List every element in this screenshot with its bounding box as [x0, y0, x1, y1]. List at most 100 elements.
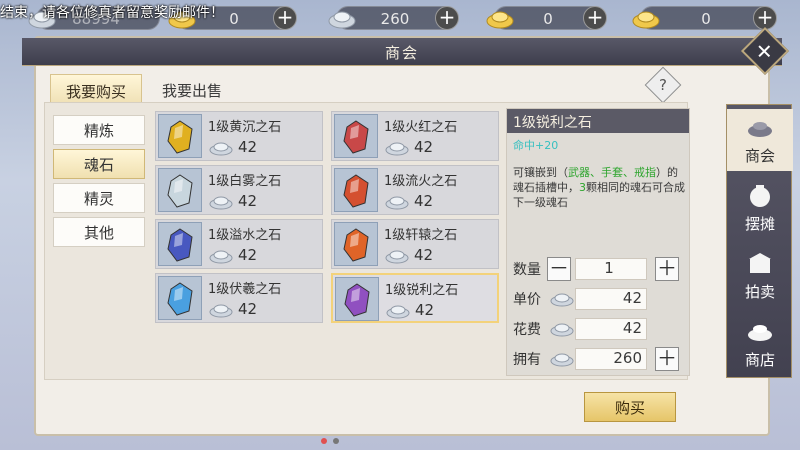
- nav-auction[interactable]: 拍卖: [727, 245, 793, 307]
- item-slot[interactable]: 1级黄沉之石 42: [155, 111, 323, 161]
- unit-price-value: 42: [575, 288, 647, 310]
- item-slot[interactable]: 1级锐利之石 42: [331, 273, 499, 323]
- buy-button[interactable]: 购买: [584, 392, 676, 422]
- item-price: 42: [414, 192, 434, 210]
- silver-ingot-icon: [550, 323, 574, 337]
- shop-icon: [748, 325, 772, 341]
- item-slot[interactable]: 1级流火之石 42: [331, 165, 499, 215]
- detail-title: 1级锐利之石: [507, 109, 689, 133]
- silver-ingot-icon: [209, 142, 233, 156]
- soulstone-icon: [158, 168, 202, 212]
- unit-price-label: 单价: [513, 292, 541, 308]
- window-title: 商会: [384, 44, 419, 62]
- desc-text: 可镶嵌到（: [513, 166, 568, 179]
- item-name: 1级锐利之石: [385, 283, 459, 298]
- item-price: 42: [414, 138, 434, 156]
- item-name: 1级流火之石: [384, 174, 458, 189]
- item-name: 1级白雾之石: [208, 174, 282, 189]
- soulstone-icon: [334, 222, 378, 266]
- page-indicator: [321, 429, 345, 448]
- item-slot[interactable]: 1级火红之石 42: [331, 111, 499, 161]
- gold-ingot-icon: [632, 11, 660, 29]
- nav-shop[interactable]: 商店: [727, 313, 793, 375]
- stall-icon: [750, 185, 770, 207]
- item-price: 42: [238, 300, 258, 318]
- auction-icon: [749, 253, 771, 273]
- item-detail-panel: 1级锐利之石 命中+20 可镶嵌到（武器、手套、戒指）的魂石插槽中，3颗相同的魂…: [506, 108, 690, 376]
- add-currency-button[interactable]: +: [273, 6, 297, 30]
- increase-quantity-button[interactable]: ＋: [655, 257, 679, 281]
- item-name: 1级溢水之石: [208, 228, 282, 243]
- item-name: 1级黄沉之石: [208, 120, 282, 135]
- category-refine[interactable]: 精炼: [53, 115, 145, 145]
- quantity-label: 数量: [513, 262, 541, 278]
- nav-label: 摆摊: [744, 215, 775, 233]
- trade-window: 商会 ✕ 我要购买 我要出售 ? 精炼 魂石 精灵 其他 1级黄沉之石 42 1级火…: [22, 26, 793, 444]
- cost-label: 花费: [513, 322, 541, 338]
- decrease-quantity-button[interactable]: －: [547, 257, 571, 281]
- gold-ingot-icon: [486, 11, 514, 29]
- soulstone-icon: [158, 114, 202, 158]
- cost-value: 42: [575, 318, 647, 340]
- page-dot-active[interactable]: [321, 438, 327, 444]
- item-price: 42: [238, 246, 258, 264]
- currency-3: 260 +: [328, 6, 459, 30]
- add-currency-button[interactable]: +: [435, 6, 459, 30]
- add-currency-button[interactable]: +: [583, 6, 607, 30]
- item-name: 1级伏羲之石: [208, 282, 282, 297]
- help-button[interactable]: ?: [644, 66, 682, 104]
- detail-description: 可镶嵌到（武器、手套、戒指）的魂石插槽中，3颗相同的魂石可合成下一级魂石: [513, 165, 685, 210]
- page-dot[interactable]: [333, 438, 339, 444]
- owned-value: 260: [575, 348, 647, 370]
- item-name: 1级轩辕之石: [384, 228, 458, 243]
- soulstone-icon: [158, 276, 202, 320]
- currency-value: 260: [380, 10, 410, 28]
- soulstone-icon: [335, 277, 379, 321]
- category-spirit[interactable]: 精灵: [53, 183, 145, 213]
- category-soulstone[interactable]: 魂石: [53, 149, 145, 179]
- item-price: 42: [414, 246, 434, 264]
- item-price: 42: [238, 138, 258, 156]
- add-silver-button[interactable]: ＋: [655, 347, 679, 371]
- trade-icon: [748, 122, 772, 137]
- close-icon: ✕: [755, 39, 773, 64]
- scrolling-notice: 结束，请各位修真者留意奖励邮件！: [0, 5, 224, 21]
- silver-ingot-icon: [550, 293, 574, 307]
- soulstone-icon: [334, 168, 378, 212]
- nav-trade[interactable]: 商会: [727, 109, 793, 171]
- silver-ingot-icon: [385, 196, 409, 210]
- currency-value: 0: [543, 10, 553, 28]
- help-icon: ?: [659, 76, 667, 94]
- currency-4: 0 +: [486, 6, 607, 30]
- item-price: 42: [415, 301, 435, 319]
- soulstone-icon: [158, 222, 202, 266]
- currency-value: 0: [701, 10, 711, 28]
- detail-stat: 命中+20: [513, 139, 559, 152]
- desc-slots: 武器、手套、戒指: [568, 166, 656, 179]
- item-price: 42: [238, 192, 258, 210]
- owned-label: 拥有: [513, 352, 541, 368]
- item-slot[interactable]: 1级轩辕之石 42: [331, 219, 499, 269]
- soulstone-icon: [334, 114, 378, 158]
- side-nav: 商会 摆摊 拍卖 商店: [726, 104, 793, 378]
- silver-ingot-icon: [328, 11, 356, 29]
- nav-label: 拍卖: [744, 283, 775, 301]
- currency-5: 0 +: [632, 6, 777, 30]
- silver-ingot-icon: [209, 250, 233, 264]
- quantity-input[interactable]: 1: [575, 258, 647, 280]
- item-slot[interactable]: 1级伏羲之石 42: [155, 273, 323, 323]
- nav-stall[interactable]: 摆摊: [727, 177, 793, 239]
- desc-count: 3: [579, 181, 586, 194]
- nav-label: 商店: [744, 351, 775, 369]
- item-name: 1级火红之石: [384, 120, 458, 135]
- item-slot[interactable]: 1级白雾之石 42: [155, 165, 323, 215]
- silver-ingot-icon: [385, 250, 409, 264]
- silver-ingot-icon: [386, 305, 410, 319]
- nav-label: 商会: [744, 147, 775, 165]
- window-title-bar: 商会: [22, 38, 782, 66]
- category-other[interactable]: 其他: [53, 217, 145, 247]
- item-slot[interactable]: 1级溢水之石 42: [155, 219, 323, 269]
- silver-ingot-icon: [550, 353, 574, 367]
- silver-ingot-icon: [385, 142, 409, 156]
- silver-ingot-icon: [209, 304, 233, 318]
